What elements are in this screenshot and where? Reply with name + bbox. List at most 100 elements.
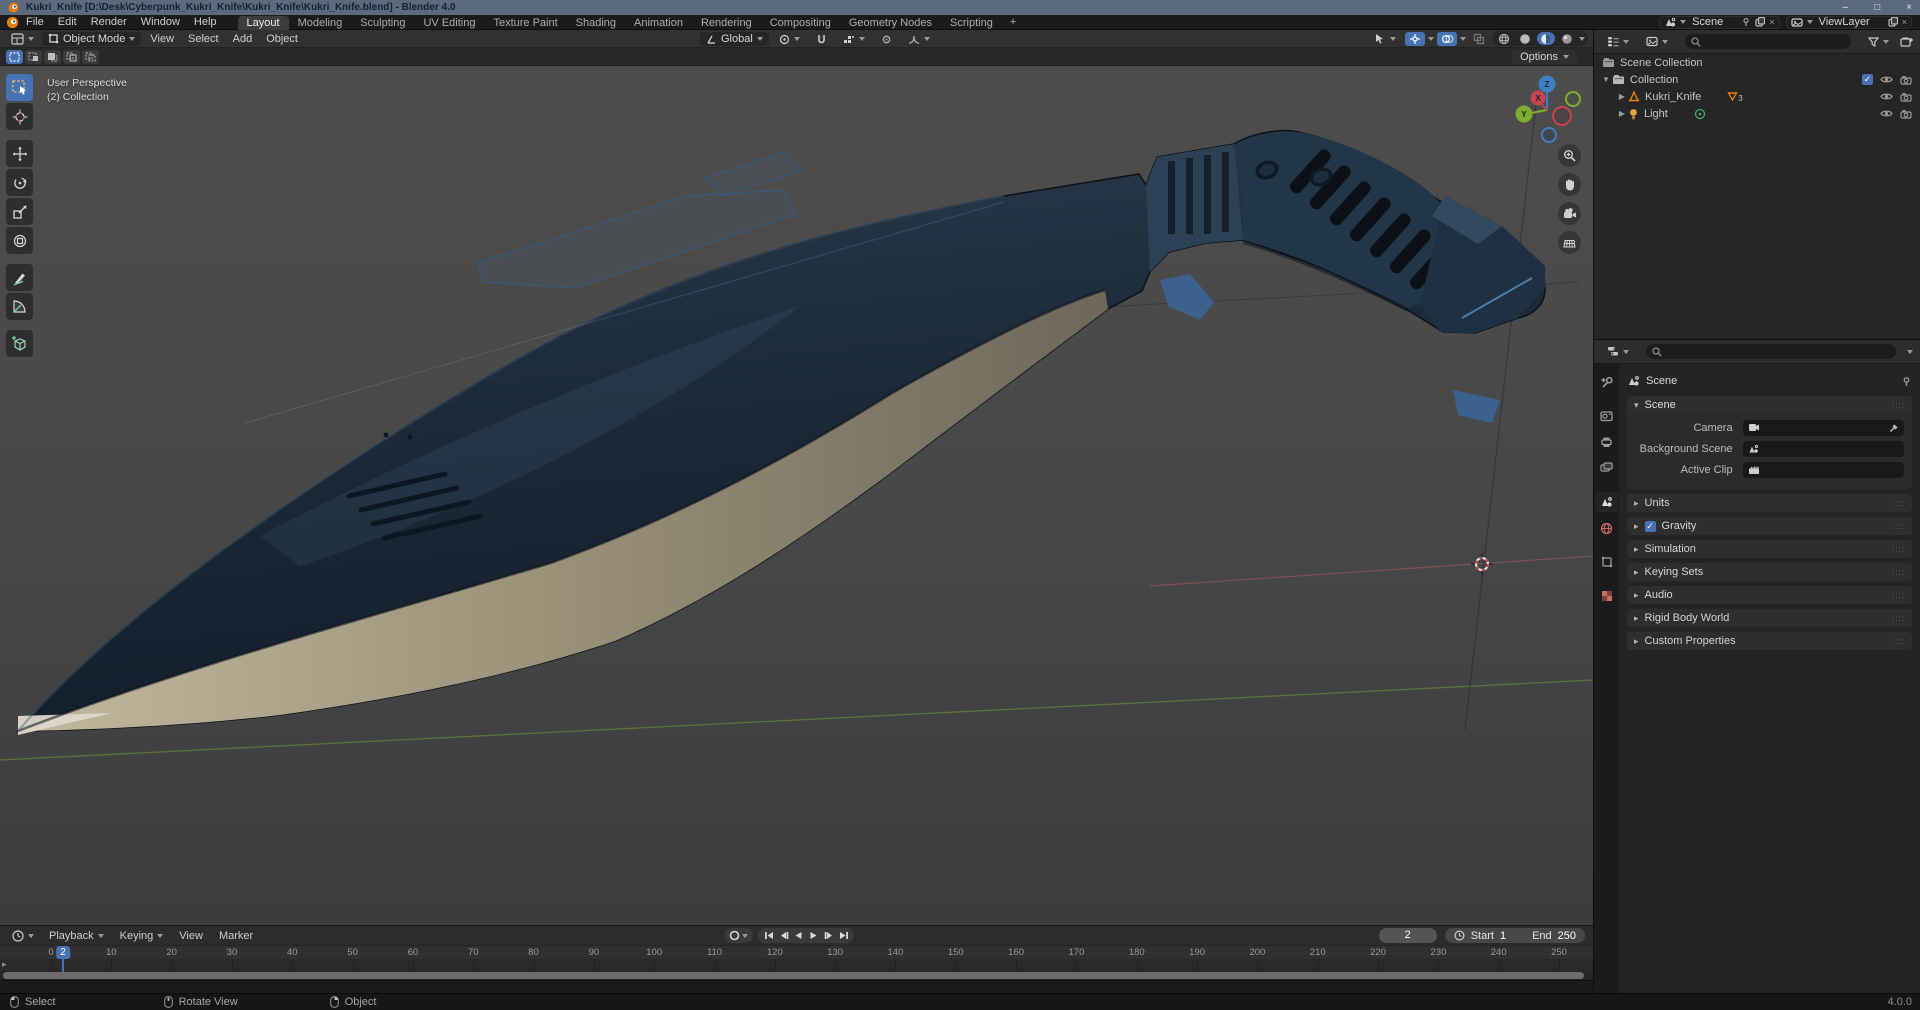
camera-field[interactable] bbox=[1742, 419, 1904, 436]
pin-icon[interactable] bbox=[1741, 17, 1751, 27]
unlink-scene-icon[interactable]: × bbox=[1769, 17, 1774, 27]
new-collection-button[interactable] bbox=[1900, 36, 1913, 48]
panel-audio[interactable]: ▸ Audio :::: bbox=[1627, 586, 1912, 604]
tab-texture[interactable] bbox=[1595, 586, 1618, 606]
play-reverse-button[interactable] bbox=[791, 928, 806, 943]
outliner-row-scene-collection[interactable]: Scene Collection bbox=[1594, 54, 1920, 71]
disable-render-camera-icon[interactable] bbox=[1900, 92, 1912, 102]
pin-icon[interactable] bbox=[1901, 376, 1912, 387]
tool-cursor[interactable] bbox=[6, 103, 33, 130]
select-mode-invert[interactable] bbox=[63, 49, 80, 64]
new-scene-icon[interactable] bbox=[1755, 17, 1766, 27]
tab-layout[interactable]: Layout bbox=[237, 15, 289, 30]
timeline-track[interactable] bbox=[0, 959, 1593, 971]
gizmo-axis-x-neg[interactable] bbox=[1552, 106, 1572, 126]
hide-eye-icon[interactable] bbox=[1880, 75, 1893, 84]
panel-drag-handle[interactable]: :::: bbox=[1892, 568, 1905, 577]
tab-scripting[interactable]: Scripting bbox=[941, 16, 1002, 30]
viewport-3d-canvas[interactable]: User Perspective (2) Collection Z X Y bbox=[0, 66, 1593, 925]
tab-modeling[interactable]: Modeling bbox=[289, 16, 352, 30]
start-frame-field[interactable]: 1 bbox=[1500, 930, 1506, 942]
pan-hand-button[interactable] bbox=[1558, 173, 1581, 196]
maximize-button[interactable]: □ bbox=[1874, 0, 1880, 15]
gizmo-axis-z-neg[interactable] bbox=[1541, 127, 1557, 143]
timeline-menu-marker[interactable]: Marker bbox=[212, 930, 260, 942]
shading-wireframe-button[interactable] bbox=[1495, 32, 1513, 45]
ortho-perspective-button[interactable] bbox=[1558, 231, 1581, 254]
disable-render-camera-icon[interactable] bbox=[1900, 109, 1912, 119]
tab-uv-editing[interactable]: UV Editing bbox=[414, 16, 484, 30]
show-overlays-toggle[interactable] bbox=[1437, 31, 1457, 46]
outliner-filter-button[interactable] bbox=[1862, 36, 1895, 48]
viewlayer-selector[interactable]: ViewLayer × bbox=[1785, 15, 1912, 29]
snap-toggle[interactable] bbox=[810, 33, 833, 46]
proportional-editing-toggle[interactable] bbox=[875, 33, 898, 46]
panel-drag-handle[interactable]: :::: bbox=[1892, 545, 1905, 554]
camera-view-button[interactable] bbox=[1558, 202, 1581, 225]
timeline-scrollbar-thumb[interactable] bbox=[3, 972, 1584, 979]
show-gizmo-toggle[interactable] bbox=[1405, 31, 1425, 46]
outliner-row-collection[interactable]: ▼ Collection ✓ bbox=[1594, 71, 1920, 88]
tool-rotate[interactable] bbox=[6, 169, 33, 196]
remove-viewlayer-icon[interactable]: × bbox=[1902, 17, 1907, 27]
timeline-menu-keying[interactable]: Keying bbox=[113, 930, 171, 942]
gizmo-axis-y-neg[interactable] bbox=[1565, 91, 1581, 107]
blender-menu-logo-icon[interactable] bbox=[6, 16, 19, 29]
selectability-filter[interactable] bbox=[1368, 32, 1402, 45]
select-mode-set[interactable] bbox=[6, 49, 23, 64]
expand-triangle-icon[interactable]: ▶ bbox=[1616, 92, 1628, 101]
collection-checkbox[interactable]: ✓ bbox=[1862, 74, 1873, 85]
tab-rendering[interactable]: Rendering bbox=[692, 16, 761, 30]
timeline-editor-type-button[interactable] bbox=[6, 929, 40, 943]
menu-help[interactable]: Help bbox=[187, 16, 224, 28]
proportional-falloff-selector[interactable] bbox=[902, 33, 936, 46]
pivot-point-selector[interactable] bbox=[773, 33, 806, 46]
panel-keying-sets[interactable]: ▸ Keying Sets :::: bbox=[1627, 563, 1912, 581]
timeline-menu-playback[interactable]: Playback bbox=[42, 930, 111, 942]
tool-add-cube[interactable] bbox=[6, 330, 33, 357]
tab-output[interactable] bbox=[1595, 432, 1618, 452]
tab-render[interactable] bbox=[1595, 406, 1618, 426]
timeline-sidebar-arrow[interactable]: ▸ bbox=[2, 959, 7, 970]
gizmo-dropdown-icon[interactable] bbox=[1428, 36, 1434, 41]
menu-window[interactable]: Window bbox=[134, 16, 187, 28]
timeline-ruler[interactable]: 0 10 20 30 40 50 60 70 80 90 100 110 120 130 140 150 160… bbox=[0, 945, 1593, 959]
panel-gravity[interactable]: ▸ ✓ Gravity :::: bbox=[1627, 517, 1912, 535]
disable-render-camera-icon[interactable] bbox=[1900, 75, 1912, 85]
panel-rigid-body-world[interactable]: ▸ Rigid Body World :::: bbox=[1627, 609, 1912, 627]
properties-options-dropdown-icon[interactable] bbox=[1907, 349, 1913, 354]
menu-file[interactable]: File bbox=[19, 16, 51, 28]
gravity-checkbox[interactable]: ✓ bbox=[1644, 520, 1656, 532]
playhead[interactable]: 2 bbox=[56, 946, 70, 959]
tab-sculpting[interactable]: Sculpting bbox=[351, 16, 414, 30]
tool-select-box[interactable] bbox=[6, 74, 33, 101]
xray-toggle[interactable] bbox=[1469, 32, 1489, 46]
next-keyframe-button[interactable] bbox=[821, 928, 836, 943]
panel-drag-handle[interactable]: :::: bbox=[1892, 591, 1905, 600]
panel-simulation[interactable]: ▸ Simulation :::: bbox=[1627, 540, 1912, 558]
tool-measure[interactable] bbox=[6, 293, 33, 320]
auto-keying-button[interactable] bbox=[724, 928, 753, 943]
overlays-dropdown-icon[interactable] bbox=[1460, 36, 1466, 41]
jump-to-end-button[interactable] bbox=[836, 928, 851, 943]
outliner-search-input[interactable] bbox=[1685, 34, 1851, 49]
timeline-scrollbar[interactable] bbox=[0, 971, 1593, 980]
transform-orientation-selector[interactable]: Global bbox=[700, 32, 769, 46]
properties-search-input[interactable] bbox=[1646, 344, 1896, 359]
tab-geometry-nodes[interactable]: Geometry Nodes bbox=[840, 16, 941, 30]
scene-panel-header[interactable]: ▾ Scene :::: bbox=[1627, 396, 1912, 414]
tab-object[interactable] bbox=[1595, 552, 1618, 572]
hide-eye-icon[interactable] bbox=[1880, 109, 1893, 118]
viewport-menu-object[interactable]: Object bbox=[259, 33, 305, 45]
tab-scene[interactable] bbox=[1595, 492, 1618, 512]
current-frame-field[interactable]: 2 bbox=[1378, 928, 1437, 943]
select-mode-extend[interactable] bbox=[25, 49, 42, 64]
outliner-row-light[interactable]: ▶ Light bbox=[1594, 105, 1920, 122]
play-button[interactable] bbox=[806, 928, 821, 943]
navigation-gizmo[interactable]: Z X Y bbox=[1500, 68, 1593, 150]
outliner-row-kukri-knife[interactable]: ▶ Kukri_Knife 3 bbox=[1594, 88, 1920, 105]
panel-drag-handle[interactable]: :::: bbox=[1892, 614, 1905, 623]
scene-selector[interactable]: Scene × bbox=[1659, 15, 1780, 29]
hide-eye-icon[interactable] bbox=[1880, 92, 1893, 101]
zoom-button[interactable] bbox=[1558, 144, 1581, 167]
